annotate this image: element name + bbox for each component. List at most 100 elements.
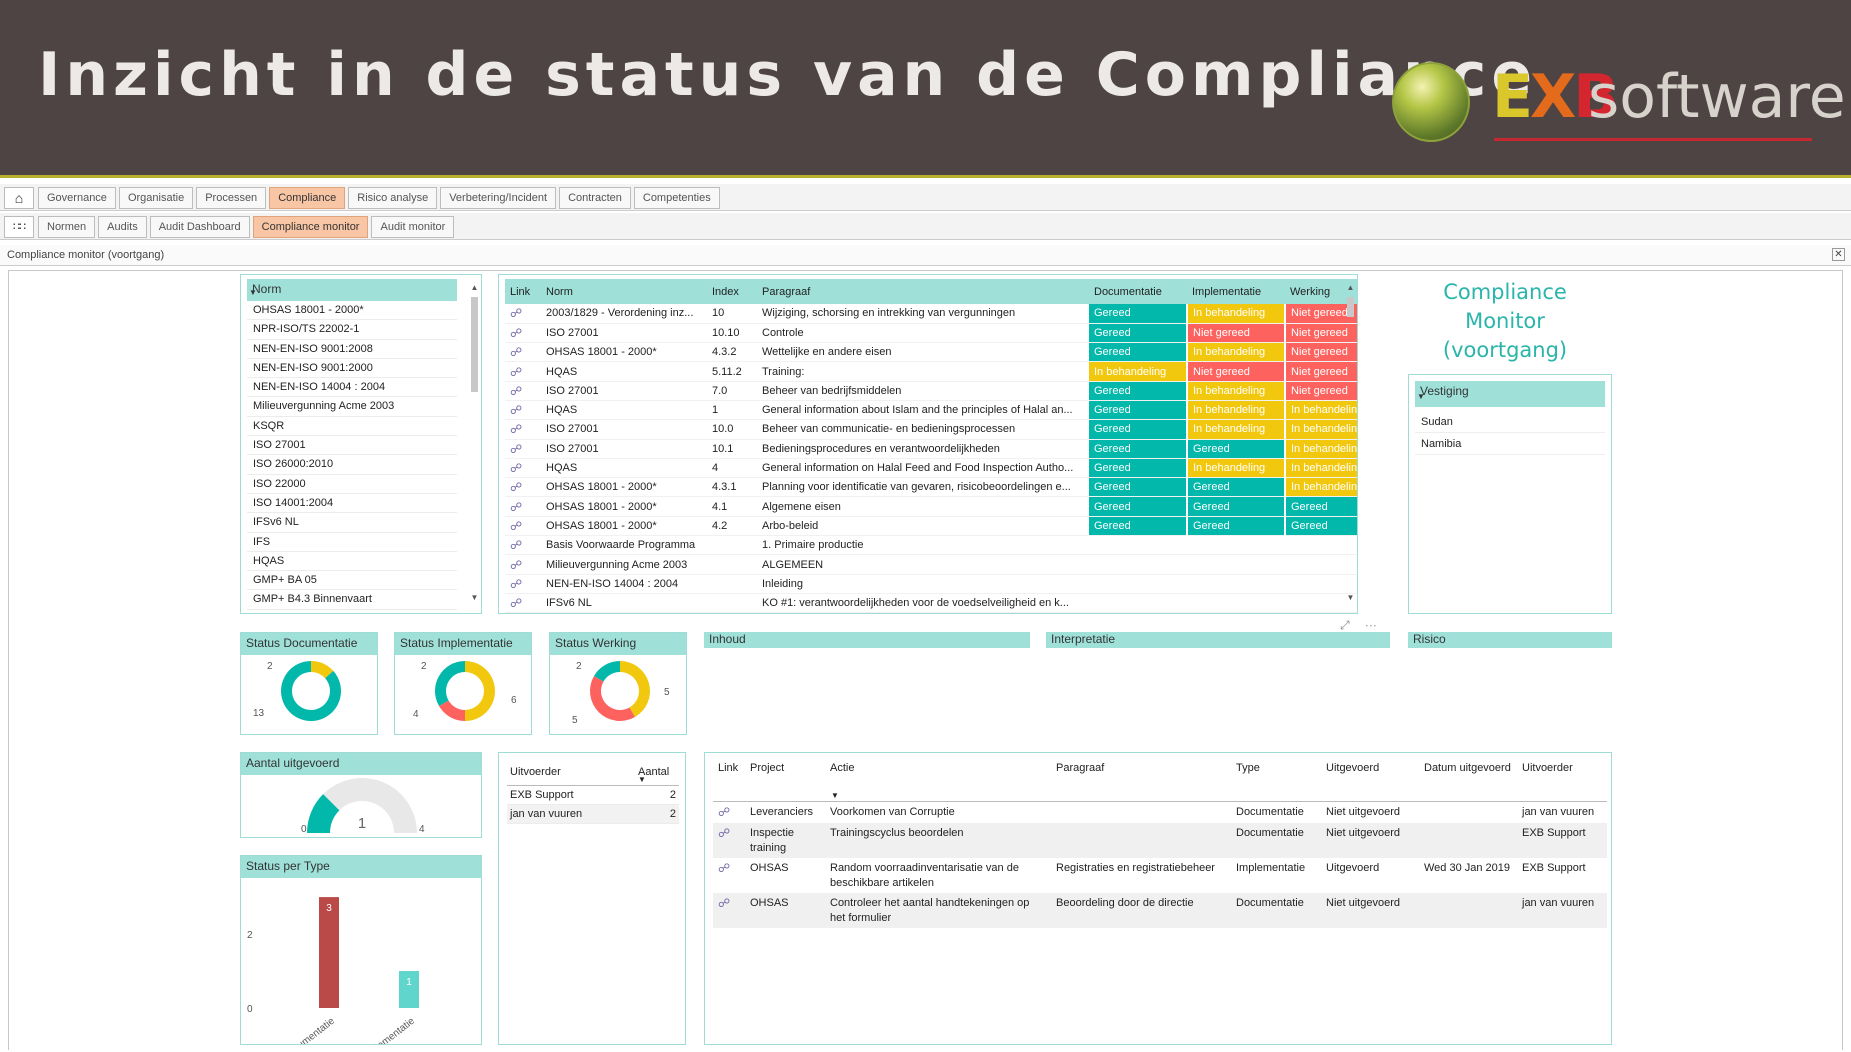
cell-paragraaf: Controle [757, 323, 1089, 344]
col-link[interactable]: Link [713, 757, 745, 802]
table-row[interactable]: ☍ ISO 27001 10.10 Controle Gereed Niet gereed… [505, 323, 1357, 344]
table-row[interactable]: EXB Support 2 [507, 785, 679, 805]
norm-item[interactable]: NEN-EN-ISO 9001:2000 [247, 359, 457, 379]
vestiging-item[interactable]: Sudan [1415, 411, 1605, 433]
tab-contracten[interactable]: Contracten [559, 187, 631, 209]
table-row[interactable]: ☍ Basis Voorwaarde Programma 1. Primaire p… [505, 535, 1357, 556]
link-icon[interactable]: ☍ [505, 419, 541, 440]
tab-risico-analyse[interactable]: Risico analyse [348, 187, 438, 209]
link-icon[interactable]: ☍ [505, 535, 541, 556]
col-uitvoerder[interactable]: Uitvoerder [507, 759, 635, 786]
link-icon[interactable]: ☍ [505, 554, 541, 575]
col-datum-uitgevoerd[interactable]: Datum uitgevoerd [1419, 757, 1517, 802]
home-icon[interactable]: ⌂ [4, 187, 34, 209]
norm-item[interactable]: ISO 14001:2004 [247, 494, 457, 514]
tab-audits[interactable]: Audits [98, 216, 147, 238]
norm-item[interactable]: NPR-ISO/TS 22002-1 [247, 320, 457, 340]
col-documentatie[interactable]: Documentatie [1089, 279, 1187, 304]
col-aantal[interactable]: Aantal ▼ [635, 759, 679, 786]
table-row[interactable]: jan van vuuren 2 [507, 804, 679, 824]
norm-item[interactable]: ISO 27001 [247, 436, 457, 456]
norm-item[interactable]: GMP+ BA 05 [247, 571, 457, 591]
col-paragraaf[interactable]: Paragraaf [757, 279, 1089, 304]
table-row[interactable]: ☍ HQAS 1 General information about Islam an… [505, 400, 1357, 421]
norm-item[interactable]: IFSv6 NL [247, 513, 457, 533]
cell-norm: OHSAS 18001 - 2000* [541, 496, 707, 517]
norm-item[interactable]: OHSAS 18001 - 2000* [247, 301, 457, 321]
tab-compliance[interactable]: Compliance [269, 187, 346, 209]
link-icon[interactable]: ☍ [713, 892, 745, 928]
link-icon[interactable]: ☍ [713, 858, 745, 893]
link-icon[interactable]: ☍ [713, 801, 745, 823]
apps-grid-icon[interactable]: ∷∷ [4, 216, 34, 238]
link-icon[interactable]: ☍ [505, 458, 541, 479]
link-icon[interactable]: ☍ [713, 822, 745, 858]
norm-item[interactable]: Milieuvergunning Acme 2003 [247, 397, 457, 417]
norm-item[interactable]: ISO 22000 [247, 475, 457, 494]
link-icon[interactable]: ☍ [505, 400, 541, 421]
scrollbar[interactable]: ▲ ▼ [470, 283, 479, 603]
table-row[interactable]: ☍ OHSAS 18001 - 2000* 4.2 Arbo-beleid Gereed… [505, 516, 1357, 537]
link-icon[interactable]: ☍ [505, 574, 541, 594]
table-row[interactable]: ☍ HQAS 5.11.2 Training: In behandeling Niet g… [505, 361, 1357, 382]
norm-slicer-header[interactable]: Norm ▼ [247, 279, 457, 301]
link-icon[interactable]: ☍ [505, 304, 541, 324]
table-row[interactable]: ☍ OHSAS 18001 - 2000* 4.3.2 Wettelijke en a… [505, 342, 1357, 363]
table-row[interactable]: ☍ OHSAS 18001 - 2000* 4.1 Algemene eisen Ger… [505, 496, 1357, 517]
tab-compliance-monitor[interactable]: Compliance monitor [252, 216, 369, 238]
tab-organisatie[interactable]: Organisatie [118, 187, 194, 209]
link-icon[interactable]: ☍ [505, 496, 541, 517]
table-row[interactable]: ☍ NEN-EN-ISO 14004 : 2004 Inleiding [505, 574, 1357, 594]
tab-audit-dashboard[interactable]: Audit Dashboard [149, 216, 250, 238]
focus-mode-icon[interactable]: ⤢ ⋯ [1340, 618, 1383, 633]
link-icon[interactable]: ☍ [505, 593, 541, 613]
col-norm[interactable]: Norm [541, 279, 707, 304]
table-row[interactable]: ☍ OHSAS Random voorraadinventarisatie van … [713, 858, 1607, 893]
table-row[interactable]: ☍ OHSAS 18001 - 2000* 4.3.1 Planning voor i… [505, 477, 1357, 498]
col-implementatie[interactable]: Implementatie [1187, 279, 1285, 304]
tab-audit-monitor[interactable]: Audit monitor [371, 216, 455, 238]
link-icon[interactable]: ☍ [505, 342, 541, 363]
close-icon[interactable]: ✕ [1832, 248, 1845, 261]
table-row[interactable]: ☍ IFSv6 NL KO #1: verantwoordelijkheden vo… [505, 593, 1357, 613]
norm-item[interactable]: GMP+ B4.3 Binnenvaart [247, 590, 457, 610]
scrollbar[interactable]: ▲ ▼ [1346, 283, 1355, 603]
col-project[interactable]: Project [745, 757, 825, 802]
cell-uitgevoerd: Niet uitgevoerd [1326, 805, 1400, 818]
tab-processen[interactable]: Processen [196, 187, 267, 209]
link-icon[interactable]: ☍ [505, 439, 541, 459]
table-row[interactable]: ☍ ISO 27001 7.0 Beheer van bedrijfsmiddelen… [505, 381, 1357, 401]
table-row[interactable]: ☍ HQAS 4 General information on Halal Feed … [505, 458, 1357, 479]
tab-normen[interactable]: Normen [38, 216, 96, 238]
col-index[interactable]: Index [707, 279, 757, 304]
col-link[interactable]: Link [505, 279, 541, 304]
link-icon[interactable]: ☍ [505, 361, 541, 382]
table-row[interactable]: ☍ ISO 27001 10.0 Beheer van communicatie- e… [505, 419, 1357, 440]
tab-competenties[interactable]: Competenties [633, 187, 720, 209]
norm-item[interactable]: KSQR [247, 417, 457, 437]
norm-item[interactable]: HQAS [247, 552, 457, 572]
tab-verbetering-incident[interactable]: Verbetering/Incident [440, 187, 557, 209]
table-row[interactable]: ☍ OHSAS Controleer het aantal handtekening… [713, 892, 1607, 928]
norm-item[interactable]: NEN-EN-ISO 14004 : 2004 [247, 378, 457, 398]
vestiging-item[interactable]: Namibia [1415, 433, 1605, 455]
vestiging-header[interactable]: Vestiging ▼ [1415, 381, 1605, 407]
col-uitvoerder[interactable]: Uitvoerder [1517, 757, 1607, 802]
norm-item[interactable]: IFS [247, 533, 457, 552]
link-icon[interactable]: ☍ [505, 381, 541, 401]
table-row[interactable]: ☍ Inspectie training Trainingscyclus beoor… [713, 822, 1607, 858]
col-paragraaf[interactable]: Paragraaf [1051, 757, 1231, 802]
table-row[interactable]: ☍ 2003/1829 - Verordening inz... 10 Wijzigi… [505, 304, 1357, 324]
norm-item[interactable]: NEN-EN-ISO 9001:2008 [247, 340, 457, 359]
link-icon[interactable]: ☍ [505, 323, 541, 344]
col-actie[interactable]: Actie ▼ [825, 757, 1051, 802]
link-icon[interactable]: ☍ [505, 516, 541, 537]
col-type[interactable]: Type [1231, 757, 1321, 802]
link-icon[interactable]: ☍ [505, 477, 541, 498]
col-uitgevoerd[interactable]: Uitgevoerd [1321, 757, 1419, 802]
table-row[interactable]: ☍ Milieuvergunning Acme 2003 ALGEMEEN [505, 554, 1357, 575]
table-row[interactable]: ☍ ISO 27001 10.1 Bedieningsprocedures en ve… [505, 439, 1357, 459]
tab-governance[interactable]: Governance [38, 187, 116, 209]
norm-item[interactable]: ISO 26000:2010 [247, 455, 457, 475]
table-row[interactable]: ☍ Leveranciers Voorkomen van Corruptie Docu… [713, 801, 1607, 823]
